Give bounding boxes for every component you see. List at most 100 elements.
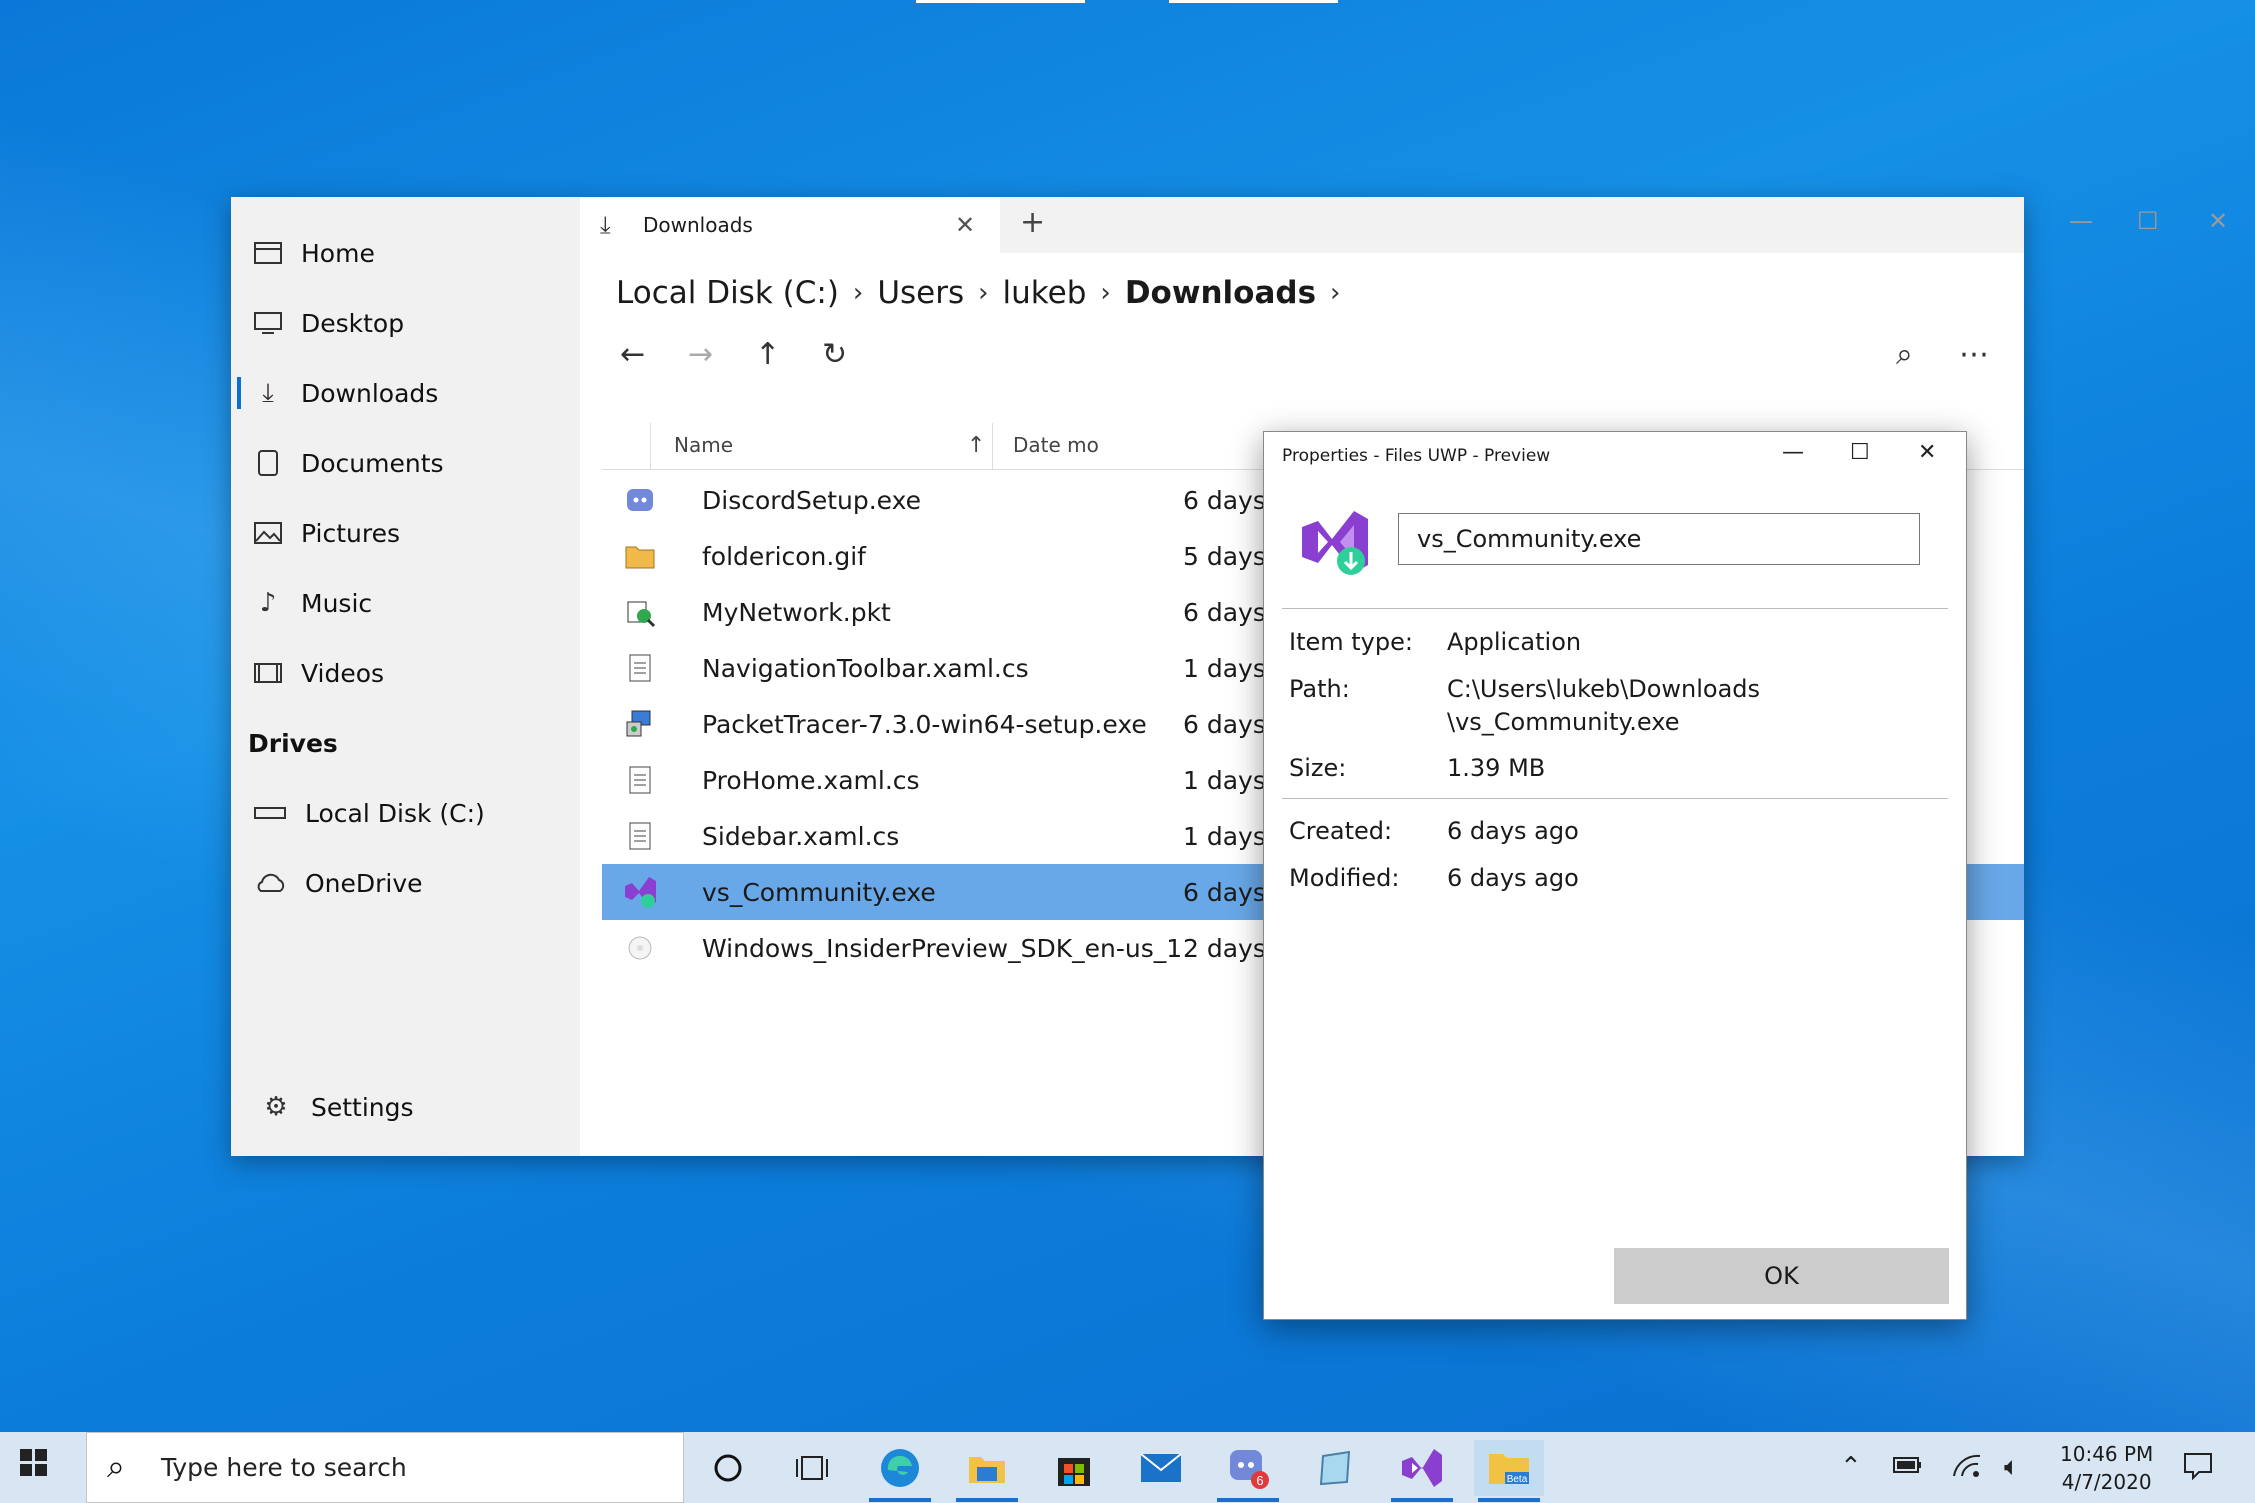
taskbar-app-discord[interactable]: 6 <box>1213 1440 1283 1502</box>
task-view-icon <box>796 1456 828 1480</box>
ok-button[interactable]: OK <box>1614 1248 1949 1304</box>
size-label: Size: <box>1289 754 1347 782</box>
taskbar-app-mail[interactable] <box>1126 1440 1196 1496</box>
close-window-button[interactable]: ✕ <box>2208 207 2228 235</box>
sidebar-item-onedrive[interactable]: OneDrive <box>231 853 580 913</box>
column-divider <box>650 423 651 469</box>
sidebar-item-label: Documents <box>301 448 444 478</box>
divider <box>1282 798 1948 799</box>
clock[interactable]: 10:46 PM 4/7/2020 <box>2060 1440 2153 1496</box>
music-icon: ♪ <box>259 588 277 618</box>
taskbar-search[interactable]: ⌕ Type here to search <box>86 1432 684 1503</box>
breadcrumb-item[interactable]: Local Disk (C:) <box>616 275 839 311</box>
minimize-button[interactable]: — <box>1782 440 1804 465</box>
dialog-title: Properties - Files UWP - Preview <box>1282 446 1551 466</box>
packet-tracer-file-icon <box>624 596 656 628</box>
video-icon <box>251 656 285 690</box>
active-indicator <box>869 1498 931 1502</box>
more-options-button[interactable]: ⋯ <box>1959 337 1989 372</box>
taskbar-app-notepad[interactable] <box>1300 1440 1370 1496</box>
column-name[interactable]: Name <box>674 433 733 457</box>
sort-ascending-icon[interactable]: ↑ <box>967 433 985 458</box>
refresh-button[interactable]: ↻ <box>822 337 847 372</box>
breadcrumb-item[interactable]: Users <box>877 275 964 311</box>
divider <box>1282 608 1948 609</box>
show-hidden-icons-button[interactable]: ⌃ <box>1840 1452 1862 1482</box>
chevron-right-icon[interactable]: › <box>1330 278 1340 308</box>
chevron-right-icon: › <box>978 278 989 308</box>
path-value-line1: C:\Users\lukeb\Downloads <box>1447 675 1761 703</box>
back-button[interactable]: ← <box>620 337 645 372</box>
sidebar-item-label: Pictures <box>301 518 400 548</box>
cortana-button[interactable] <box>693 1440 763 1496</box>
sidebar-item-music[interactable]: ♪ Music <box>231 573 580 633</box>
file-date: 6 days <box>1183 597 1266 627</box>
sidebar-item-desktop[interactable]: Desktop <box>231 293 580 353</box>
sidebar-item-documents[interactable]: Documents <box>231 433 580 493</box>
disc-image-icon <box>624 932 656 964</box>
breadcrumb-item[interactable]: Downloads <box>1125 275 1316 311</box>
created-label: Created: <box>1289 817 1393 845</box>
maximize-button[interactable]: ☐ <box>2137 207 2159 235</box>
action-center-icon <box>2184 1453 2212 1481</box>
taskbar: ⌕ Type here to search 6 Beta ⌃ 🔈︎ 10:46 … <box>0 1432 2255 1503</box>
add-tab-button[interactable]: + <box>1020 205 1045 240</box>
file-name: MyNetwork.pkt <box>702 597 891 627</box>
up-button[interactable]: ↑ <box>755 337 780 372</box>
sidebar-item-downloads[interactable]: ⤓ Downloads <box>231 363 580 423</box>
sidebar-item-local-disk[interactable]: Local Disk (C:) <box>231 783 580 843</box>
taskbar-app-edge[interactable] <box>865 1440 935 1502</box>
code-file-icon <box>624 652 656 684</box>
sidebar-item-videos[interactable]: Videos <box>231 643 580 703</box>
close-tab-icon[interactable]: ✕ <box>955 211 975 239</box>
edge-icon <box>881 1449 919 1487</box>
picture-icon <box>251 516 285 550</box>
item-type-value: Application <box>1447 628 1582 656</box>
battery-icon[interactable] <box>1892 1452 1924 1483</box>
file-date: 1 days <box>1183 653 1266 683</box>
forward-button[interactable]: → <box>688 337 713 372</box>
taskbar-app-explorer[interactable] <box>952 1440 1022 1502</box>
notification-badge: 6 <box>1256 1473 1263 1488</box>
windows-logo-icon <box>20 1449 47 1476</box>
visual-studio-icon <box>1402 1449 1442 1487</box>
file-name-input[interactable]: vs_Community.exe <box>1398 513 1920 565</box>
maximize-button[interactable]: ☐ <box>1850 440 1870 465</box>
settings-button[interactable]: ⚙ Settings <box>231 1077 580 1137</box>
path-label: Path: <box>1289 675 1350 703</box>
desktop-icon <box>251 306 285 340</box>
file-date: 5 days <box>1183 541 1266 571</box>
start-button[interactable] <box>20 1446 48 1486</box>
taskbar-app-store[interactable] <box>1039 1440 1109 1496</box>
sidebar-item-pictures[interactable]: Pictures <box>231 503 580 563</box>
close-dialog-button[interactable]: ✕ <box>1918 440 1936 465</box>
file-name: Windows_InsiderPreview_SDK_en-us_1 <box>702 933 1183 963</box>
breadcrumb: Local Disk (C:) › Users › lukeb › Downlo… <box>616 275 1354 311</box>
search-button[interactable]: ⌕ <box>1896 337 1913 372</box>
notifications-button[interactable] <box>2183 1452 2213 1487</box>
file-name: NavigationToolbar.xaml.cs <box>702 653 1029 683</box>
column-divider <box>992 423 993 469</box>
drive-icon <box>253 796 287 830</box>
desktop-edge-highlight <box>1169 0 1338 3</box>
taskbar-app-files-beta[interactable]: Beta <box>1474 1440 1544 1502</box>
active-indicator <box>1478 1498 1540 1502</box>
file-name: foldericon.gif <box>702 541 866 571</box>
file-date: 6 days <box>1183 877 1266 907</box>
tab-downloads[interactable]: ⤓ Downloads ✕ <box>580 197 1000 253</box>
file-name: Sidebar.xaml.cs <box>702 821 900 851</box>
modified-label: Modified: <box>1289 864 1400 892</box>
sidebar-item-label: Videos <box>301 658 385 688</box>
store-icon <box>1058 1458 1090 1486</box>
wifi-icon[interactable] <box>1952 1452 1982 1485</box>
volume-icon[interactable]: 🔈︎ <box>2004 1452 2020 1483</box>
column-date[interactable]: Date mo <box>1013 433 1099 457</box>
taskbar-app-visual-studio[interactable] <box>1387 1440 1457 1502</box>
file-date: 6 days <box>1183 485 1266 515</box>
file-name: vs_Community.exe <box>702 877 936 907</box>
sidebar-item-home[interactable]: Home <box>231 223 580 283</box>
breadcrumb-item[interactable]: lukeb <box>1003 275 1087 311</box>
task-view-button[interactable] <box>778 1440 848 1496</box>
file-name: DiscordSetup.exe <box>702 485 922 515</box>
minimize-button[interactable]: — <box>2069 207 2093 235</box>
